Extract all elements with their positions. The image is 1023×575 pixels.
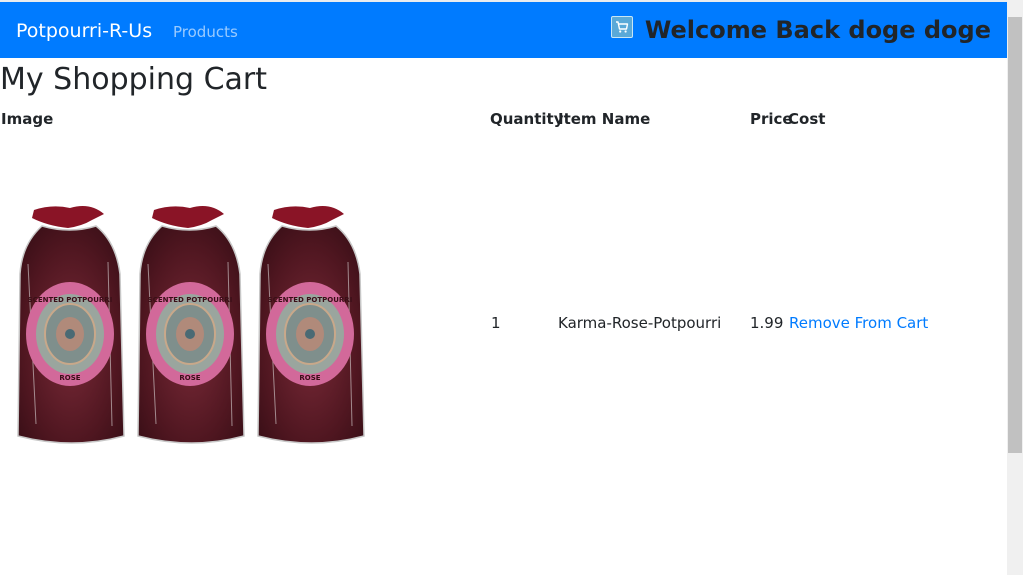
welcome-message: Welcome Back doge doge xyxy=(644,16,991,44)
bag-label-text-right: SCENTED POTPOURRI xyxy=(268,296,353,304)
page-title: My Shopping Cart xyxy=(0,62,268,97)
shopping-cart-icon xyxy=(616,21,629,33)
cart-row-price: 1.99 xyxy=(750,314,784,332)
bag-label-text-middle: SCENTED POTPOURRI xyxy=(148,296,233,304)
column-header-item-name: Item Name xyxy=(558,110,651,128)
brand-link[interactable]: Potpourri-R-Us xyxy=(16,20,152,42)
vertical-scrollbar[interactable] xyxy=(1007,0,1023,575)
bag-label-text-left: SCENTED POTPOURRI xyxy=(28,296,113,304)
column-header-image: Image xyxy=(1,110,54,128)
scrollbar-thumb[interactable] xyxy=(1008,17,1022,453)
bag-label-variant-right: ROSE xyxy=(299,374,320,382)
bag-label-variant-middle: ROSE xyxy=(179,374,200,382)
shopping-cart-button[interactable] xyxy=(611,16,633,38)
cart-row-quantity: 1 xyxy=(491,314,501,332)
top-navbar: Potpourri-R-Us Products Welcome Back dog… xyxy=(0,2,1007,58)
product-image: SCENTED POTPOURRI ROSE SCENTED POTPOURRI… xyxy=(12,200,372,448)
column-header-quantity: Quantity xyxy=(490,110,564,128)
remove-from-cart-link[interactable]: Remove From Cart xyxy=(789,314,928,332)
column-header-price: Price xyxy=(750,110,793,128)
potpourri-bag-right xyxy=(257,205,365,444)
nav-link-products[interactable]: Products xyxy=(173,23,238,41)
potpourri-bag-left xyxy=(17,205,125,444)
potpourri-bag-middle xyxy=(137,205,245,444)
column-header-cost: Cost xyxy=(788,110,826,128)
bag-label-variant-left: ROSE xyxy=(59,374,80,382)
cart-row-item-name: Karma-Rose-Potpourri xyxy=(558,314,722,332)
